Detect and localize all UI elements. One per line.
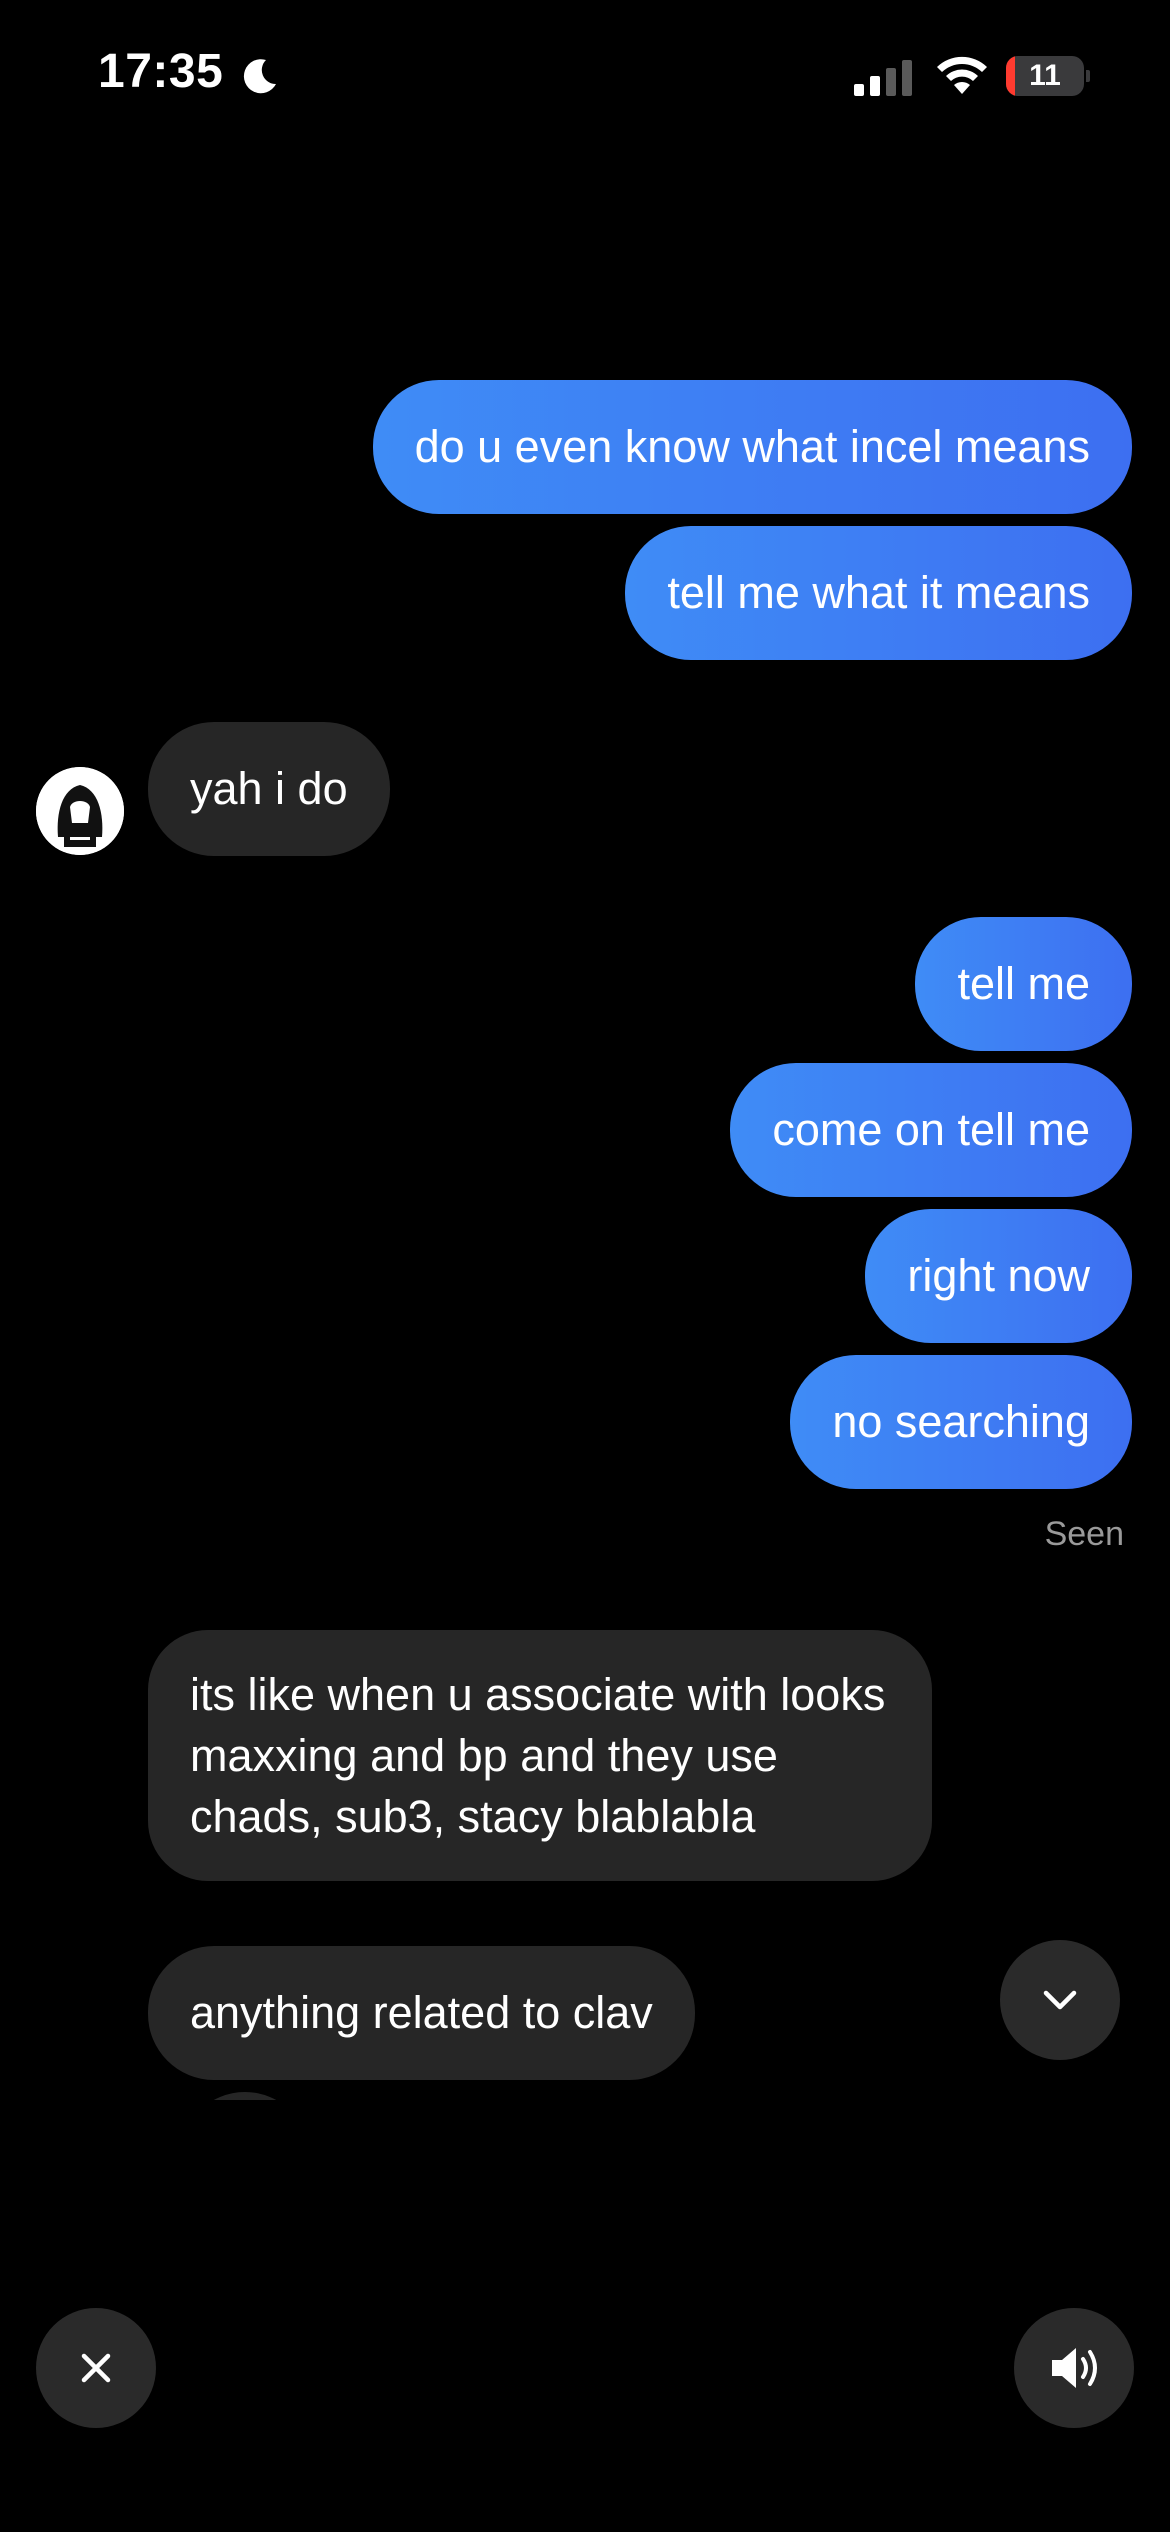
speaker-icon <box>1052 2348 1097 2388</box>
incoming-message[interactable]: its like when u associate with looks max… <box>148 1630 932 1881</box>
outgoing-message[interactable]: tell me what it means <box>625 526 1132 660</box>
seen-receipt: Seen <box>1044 1515 1124 1553</box>
outgoing-message[interactable]: right now <box>865 1209 1132 1343</box>
outgoing-message[interactable]: do u even know what incel means <box>372 380 1132 514</box>
avatar-image <box>36 767 124 855</box>
close-button[interactable] <box>36 2308 156 2428</box>
message-thread[interactable]: do u even know what incel means tell me … <box>0 0 1170 2100</box>
contact-avatar[interactable] <box>36 767 124 855</box>
outgoing-message[interactable]: tell me <box>915 917 1132 1051</box>
sound-button[interactable] <box>1014 2308 1134 2428</box>
outgoing-message[interactable]: come on tell me <box>730 1063 1132 1197</box>
outgoing-message[interactable]: no searching <box>790 1355 1132 1489</box>
scroll-down-button[interactable] <box>1000 1940 1120 2060</box>
incoming-message[interactable]: yah i do <box>148 722 390 856</box>
incoming-message-partial <box>180 2092 310 2100</box>
chevron-down-icon <box>1043 1990 1077 2010</box>
close-icon <box>81 2353 111 2383</box>
incoming-message[interactable]: anything related to clav <box>148 1946 695 2080</box>
